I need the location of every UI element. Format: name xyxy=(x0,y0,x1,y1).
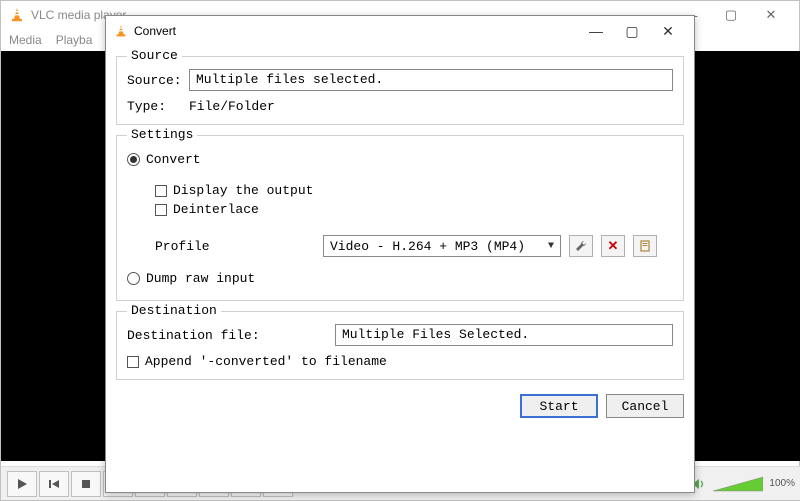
convert-radio-label: Convert xyxy=(146,152,201,167)
type-value: File/Folder xyxy=(189,99,275,114)
vlc-cone-icon xyxy=(114,24,128,38)
destination-group-label: Destination xyxy=(127,303,221,318)
type-label: Type: xyxy=(127,99,181,114)
dialog-title: Convert xyxy=(134,24,176,38)
delete-profile-button[interactable]: ✕ xyxy=(601,235,625,257)
profile-dropdown[interactable]: Video - H.264 + MP3 (MP4) ▼ xyxy=(323,235,561,257)
vlc-cone-icon xyxy=(9,7,25,23)
dump-raw-label: Dump raw input xyxy=(146,271,255,286)
append-converted-checkbox[interactable] xyxy=(127,356,139,368)
destination-file-label: Destination file: xyxy=(127,328,327,343)
source-label: Source: xyxy=(127,73,181,88)
dialog-footer: Start Cancel xyxy=(106,390,694,426)
deinterlace-checkbox[interactable] xyxy=(155,204,167,216)
stop-button[interactable] xyxy=(71,471,101,497)
source-group: Source Source: Multiple files selected. … xyxy=(116,56,684,125)
volume-percent: 100% xyxy=(769,478,795,489)
play-button[interactable] xyxy=(7,471,37,497)
wrench-icon xyxy=(574,239,588,253)
dialog-minimize-button[interactable]: — xyxy=(578,23,614,39)
close-button[interactable]: ✕ xyxy=(751,7,791,23)
new-profile-button[interactable] xyxy=(633,235,657,257)
append-converted-label: Append '-converted' to filename xyxy=(145,354,387,369)
dump-raw-radio[interactable] xyxy=(127,272,140,285)
settings-group-label: Settings xyxy=(127,127,197,142)
chevron-down-icon: ▼ xyxy=(548,241,554,252)
deinterlace-label: Deinterlace xyxy=(173,202,259,217)
settings-group: Settings Convert Display the output Dein… xyxy=(116,135,684,301)
profile-value: Video - H.264 + MP3 (MP4) xyxy=(330,239,525,254)
destination-group: Destination Destination file: Multiple F… xyxy=(116,311,684,380)
convert-radio[interactable] xyxy=(127,153,140,166)
display-output-label: Display the output xyxy=(173,183,313,198)
profile-label: Profile xyxy=(155,239,315,254)
edit-profile-button[interactable] xyxy=(569,235,593,257)
destination-file-input[interactable]: Multiple Files Selected. xyxy=(335,324,673,346)
convert-dialog: Convert — ▢ ✕ Source Source: Multiple fi… xyxy=(105,15,695,493)
dialog-maximize-button[interactable]: ▢ xyxy=(614,23,650,40)
volume-slider[interactable] xyxy=(713,475,763,493)
menu-playback[interactable]: Playba xyxy=(56,33,93,47)
source-group-label: Source xyxy=(127,48,182,63)
source-input[interactable]: Multiple files selected. xyxy=(189,69,673,91)
start-button[interactable]: Start xyxy=(520,394,598,418)
dialog-close-button[interactable]: ✕ xyxy=(650,23,686,40)
menu-media[interactable]: Media xyxy=(9,33,42,47)
cancel-button[interactable]: Cancel xyxy=(606,394,684,418)
delete-icon: ✕ xyxy=(608,239,619,254)
display-output-checkbox[interactable] xyxy=(155,185,167,197)
prev-button[interactable] xyxy=(39,471,69,497)
new-file-icon xyxy=(638,239,652,253)
dialog-titlebar: Convert — ▢ ✕ xyxy=(106,16,694,46)
maximize-button[interactable]: ▢ xyxy=(711,7,751,23)
